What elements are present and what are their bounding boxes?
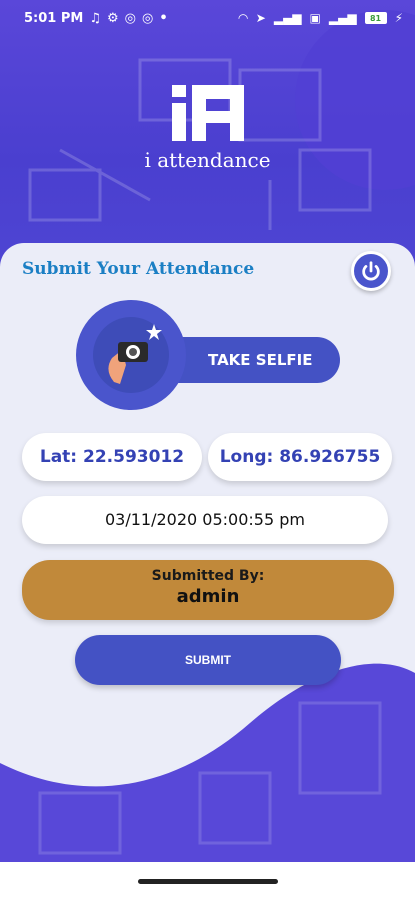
selfie-icon-button[interactable] xyxy=(76,300,186,410)
signal-icon: ▂▄▆ xyxy=(273,11,302,25)
charging-icon: ⚡ xyxy=(394,11,403,25)
longitude-field: Long: 86.926755 xyxy=(208,433,392,481)
submit-button[interactable]: SUBMIT xyxy=(75,635,341,685)
card-title: Submit Your Attendance xyxy=(22,259,255,279)
camera-hand-icon xyxy=(93,317,169,393)
datetime-field: 03/11/2020 05:00:55 pm xyxy=(22,496,388,544)
headset-icon: ♫ xyxy=(89,10,101,26)
status-time: 5:01 PM xyxy=(24,10,84,26)
ia-logo-icon xyxy=(172,85,244,141)
take-selfie-label: TAKE SELFIE xyxy=(208,351,313,369)
submitted-by-label: Submitted By: xyxy=(151,568,265,584)
wifi-icon: ◠ xyxy=(238,11,248,25)
submitted-by-box: Submitted By: admin xyxy=(22,560,394,620)
power-icon xyxy=(362,261,380,281)
location-arrow-icon: ➤ xyxy=(255,11,266,25)
status-bar: 5:01 PM ♫ ⚙ ◎ ◎ • ◠ ➤ ▂▄▆ ▣ ▂▄▆ 81 ⚡ xyxy=(0,0,415,36)
dot-icon: • xyxy=(159,10,168,26)
logout-button[interactable] xyxy=(351,251,391,291)
app-header: 5:01 PM ♫ ⚙ ◎ ◎ • ◠ ➤ ▂▄▆ ▣ ▂▄▆ 81 ⚡ i a… xyxy=(0,0,415,268)
signal-icon-2: ▂▄▆ xyxy=(328,11,357,25)
sim-icon: ▣ xyxy=(309,11,321,25)
app-notification-icon: ◎ xyxy=(124,10,136,26)
app-title: i attendance xyxy=(144,148,271,172)
system-nav-bar xyxy=(0,862,415,900)
settings-icon: ⚙ xyxy=(106,10,119,26)
battery-icon: 81 xyxy=(364,12,387,24)
app-notification-icon-2: ◎ xyxy=(141,10,154,26)
home-gesture-handle[interactable] xyxy=(137,878,278,884)
submitted-by-value: admin xyxy=(176,586,240,607)
latitude-field: Lat: 22.593012 xyxy=(22,433,202,481)
attendance-card: Submit Your Attendance TAKE SELFIE Lat: … xyxy=(0,243,415,863)
